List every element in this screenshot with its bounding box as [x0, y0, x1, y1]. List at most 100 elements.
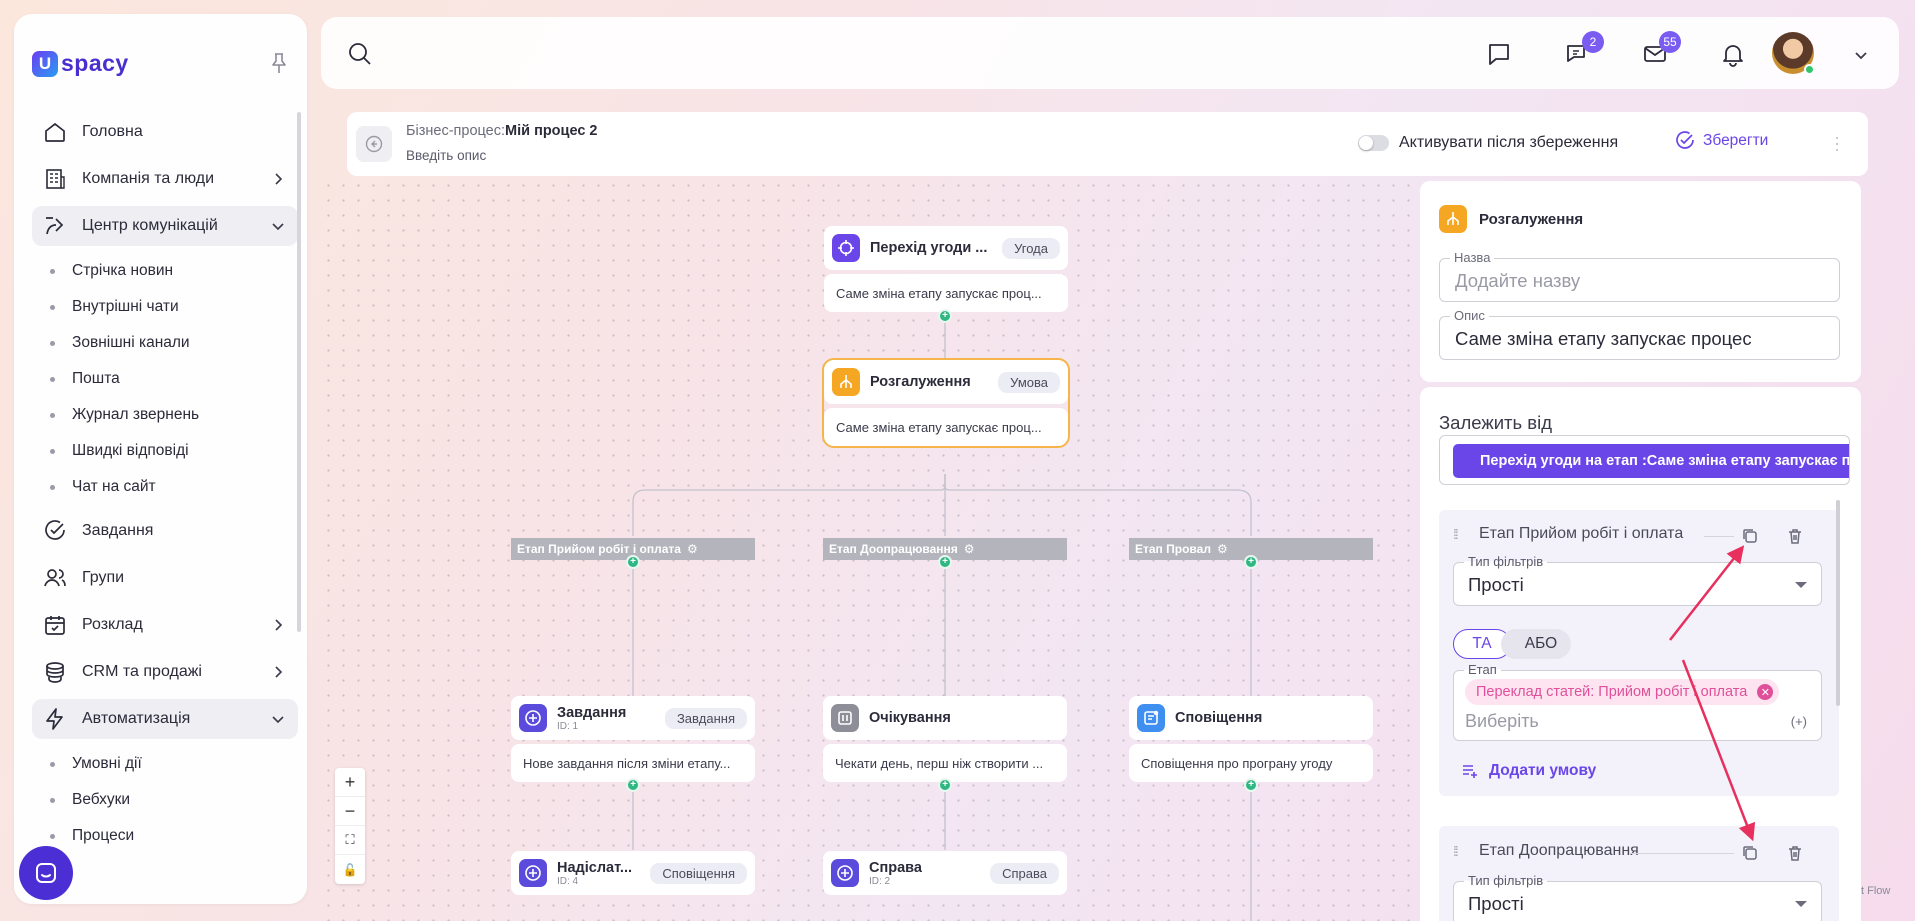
node-header[interactable]: Завдання ID: 1 Завдання: [511, 696, 755, 740]
sidebar-item-crm[interactable]: CRM та продажі: [32, 652, 298, 692]
zoom-in-button[interactable]: +: [335, 768, 365, 797]
node-header[interactable]: Очікування: [823, 696, 1067, 740]
gear-icon[interactable]: ⚙: [1217, 542, 1228, 556]
trash-icon[interactable]: [1786, 844, 1804, 862]
logo[interactable]: U spacy: [32, 50, 129, 77]
copy-icon[interactable]: [1741, 527, 1759, 545]
node-header[interactable]: Справа ID: 2 Справа: [823, 851, 1067, 895]
bell-icon[interactable]: [1719, 40, 1747, 68]
drag-handle-icon[interactable]: ⁞⁞: [1453, 526, 1459, 542]
add-node-handle[interactable]: +: [1244, 555, 1258, 569]
node-body[interactable]: Сповіщення про програну угоду: [1129, 744, 1373, 782]
filter-type-select[interactable]: Тип фільтрів Прості: [1453, 873, 1822, 921]
flow-canvas[interactable]: Перехід угоди ... Угода Саме зміна етапу…: [321, 178, 1411, 921]
sidebar-item-home[interactable]: Головна: [32, 112, 298, 152]
node-wait[interactable]: Очікування Чекати день, перш ніж створит…: [823, 696, 1067, 782]
chip-remove-icon[interactable]: ✕: [1757, 684, 1774, 700]
save-button[interactable]: Зберегти: [1675, 131, 1768, 151]
chats-icon[interactable]: 2: [1564, 31, 1604, 68]
lock-button[interactable]: 🔓: [335, 855, 365, 884]
node-header[interactable]: Сповіщення: [1129, 696, 1373, 740]
logic-or-option[interactable]: АБО: [1501, 629, 1571, 659]
online-status-dot: [1804, 64, 1815, 75]
sidebar-subitem[interactable]: Умовні дії: [32, 746, 298, 782]
process-description[interactable]: Введіть опис: [406, 148, 486, 163]
more-menu-icon[interactable]: · · ·: [1834, 128, 1840, 158]
zoom-out-button[interactable]: −: [335, 797, 365, 826]
selected-stage-chip[interactable]: Переклад статей: Прийом робіт і оплата ✕: [1465, 679, 1780, 705]
sidebar-subitem[interactable]: Стрічка новин: [32, 253, 298, 289]
sidebar-subitem[interactable]: Пошта: [32, 361, 298, 397]
activate-toggle[interactable]: [1358, 135, 1389, 151]
gear-icon[interactable]: ⚙: [964, 542, 975, 556]
add-node-handle[interactable]: +: [938, 555, 952, 569]
sidebar-subitem[interactable]: Журнал звернень: [32, 397, 298, 433]
sidebar-item-label: Центр комунікацій: [82, 217, 218, 234]
sidebar-subitem-label: Пошта: [72, 370, 120, 387]
node-header[interactable]: Перехід угоди ... Угода: [824, 226, 1068, 270]
sidebar-nav: Головна Компанія та люди Центр комунікац…: [32, 112, 298, 854]
sidebar-item-schedule[interactable]: Розклад: [32, 605, 298, 645]
chat-bubble-icon[interactable]: [1485, 40, 1513, 68]
node-body[interactable]: Саме зміна етапу запускає проц...: [824, 408, 1068, 446]
add-node-handle[interactable]: +: [938, 309, 952, 323]
copy-icon[interactable]: [1741, 844, 1759, 862]
node-send[interactable]: Надіслат... ID: 4 Сповіщення: [511, 851, 755, 895]
gear-icon[interactable]: ⚙: [687, 542, 698, 556]
node-trigger[interactable]: Перехід угоди ... Угода Саме зміна етапу…: [824, 226, 1068, 312]
add-node-handle[interactable]: +: [1244, 778, 1258, 792]
name-field[interactable]: Назва Додайте назву: [1439, 250, 1840, 302]
support-chat-button[interactable]: [19, 846, 73, 900]
sidebar-subitem[interactable]: Чат на сайт: [32, 469, 298, 505]
add-option-button[interactable]: (+): [1791, 714, 1807, 729]
flow-attribution[interactable]: t Flow: [1861, 885, 1890, 897]
node-body[interactable]: Чекати день, перш ніж створити ...: [823, 744, 1067, 782]
building-icon: [42, 166, 68, 192]
sidebar-item-tasks[interactable]: Завдання: [32, 511, 298, 551]
sidebar-subitem[interactable]: Швидкі відповіді: [32, 433, 298, 469]
fit-view-button[interactable]: ⛶: [335, 826, 365, 855]
depends-on-field[interactable]: Перехід угоди на етап :Саме зміна етапу …: [1439, 435, 1850, 485]
panel-scrollbar[interactable]: [1836, 500, 1840, 706]
sidebar-subitem[interactable]: Внутрішні чати: [32, 289, 298, 325]
node-header[interactable]: Розгалуження Умова: [824, 360, 1068, 404]
conditions-panel: Залежить від Перехід угоди на етап :Саме…: [1420, 387, 1861, 921]
field-value: Саме зміна етапу запускає процес: [1455, 328, 1752, 349]
add-node-handle[interactable]: +: [626, 555, 640, 569]
sidebar-item-communication[interactable]: Центр комунікацій: [32, 206, 298, 246]
process-title[interactable]: Бізнес-процес:Мій процес 2: [406, 123, 597, 139]
mail-icon[interactable]: 55: [1641, 31, 1681, 68]
back-button[interactable]: [356, 126, 392, 162]
node-case[interactable]: Справа ID: 2 Справа: [823, 851, 1067, 895]
add-condition-button[interactable]: Додати умову: [1461, 762, 1596, 780]
users-icon: [42, 565, 68, 591]
sidebar-scrollbar[interactable]: [297, 112, 301, 632]
filter-type-select[interactable]: Тип фільтрів Прості: [1453, 554, 1822, 606]
node-header[interactable]: Надіслат... ID: 4 Сповіщення: [511, 851, 755, 895]
trash-icon[interactable]: [1786, 527, 1804, 545]
sidebar-item-groups[interactable]: Групи: [32, 558, 298, 598]
search-icon[interactable]: [347, 41, 373, 67]
node-body[interactable]: Саме зміна етапу запускає проц...: [824, 274, 1068, 312]
sidebar-subitem[interactable]: Зовнішні канали: [32, 325, 298, 361]
add-node-handle[interactable]: +: [626, 778, 640, 792]
add-node-handle[interactable]: +: [938, 778, 952, 792]
bullet-dot: [50, 268, 55, 274]
chevron-down-icon[interactable]: [1853, 47, 1869, 63]
node-body[interactable]: Нове завдання після зміни етапу...: [511, 744, 755, 782]
sidebar-subitem[interactable]: Вебхуки: [32, 782, 298, 818]
description-field[interactable]: Опис Саме зміна етапу запускає процес: [1439, 308, 1840, 360]
check-circle-icon: [42, 518, 68, 544]
sidebar-item-automation[interactable]: Автоматизація: [32, 699, 298, 739]
pin-icon[interactable]: [269, 52, 289, 74]
drag-handle-icon[interactable]: ⁞⁞: [1453, 843, 1459, 859]
node-notify[interactable]: Сповіщення Сповіщення про програну угоду: [1129, 696, 1373, 782]
sidebar-item-company[interactable]: Компанія та люди: [32, 159, 298, 199]
node-branch[interactable]: Розгалуження Умова Саме зміна етапу запу…: [822, 358, 1070, 448]
node-task[interactable]: Завдання ID: 1 Завдання Нове завдання піс…: [511, 696, 755, 782]
avatar[interactable]: [1772, 32, 1815, 75]
stage-multiselect[interactable]: Етап Переклад статей: Прийом робіт і опл…: [1453, 662, 1822, 741]
depends-on-chip[interactable]: Перехід угоди на етап :Саме зміна етапу …: [1453, 444, 1849, 478]
bullet-dot: [50, 412, 55, 418]
sidebar-subitem[interactable]: Процеси: [32, 818, 298, 854]
